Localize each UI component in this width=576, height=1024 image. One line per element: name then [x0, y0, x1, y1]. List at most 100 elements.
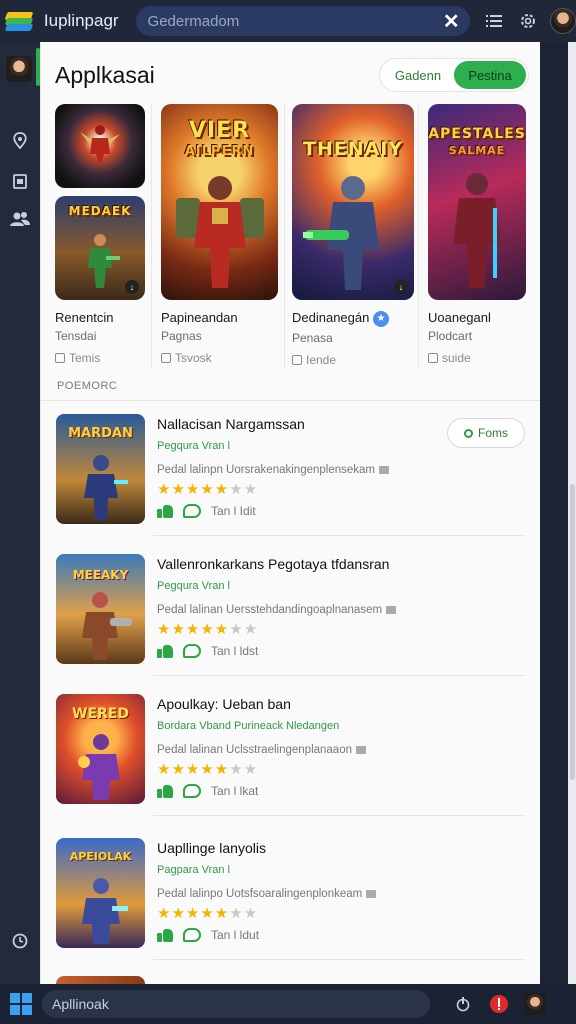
taskbar-search-input[interactable]	[52, 996, 430, 1012]
forms-button[interactable]: Foms	[447, 418, 525, 448]
featured-thumbnail-secondary[interactable]: MEDAEK ↓	[55, 196, 145, 300]
section-divider	[41, 400, 540, 401]
verified-icon: ★	[372, 310, 389, 327]
star-rating: ★★★★★★★	[157, 905, 259, 922]
list-developer: Bordara Vband Purineack Nledangen	[157, 720, 340, 732]
list-logo-text: MEEAKY	[72, 568, 129, 582]
featured-thumbnail[interactable]: THENAIY ↓	[292, 104, 414, 300]
list-thumbnail-partial[interactable]	[56, 976, 145, 984]
like-icon[interactable]	[157, 928, 173, 942]
left-rail	[0, 42, 40, 984]
scrollbar-thumb[interactable]	[570, 484, 575, 780]
featured-logo-text: APESTALES	[428, 126, 526, 142]
main-panel: Applkasai Gadenn Pestina MEDAEK ↓ Renent…	[40, 42, 540, 984]
search-box[interactable]: ✕	[135, 6, 471, 36]
featured-card[interactable]: VIER AILPERN Papineandan Pagnas Tsvosk	[161, 104, 278, 365]
app-title: Iuplinpagr	[43, 11, 119, 30]
like-icon[interactable]	[157, 784, 173, 798]
avatar[interactable]	[550, 8, 576, 34]
taskbar-search[interactable]	[42, 990, 430, 1018]
list-title: Uapllinge lanyolis	[157, 840, 266, 856]
refresh-icon	[464, 428, 473, 438]
featured-tag-label: Iende	[306, 352, 337, 367]
list-item[interactable]: WERED Apoulkay: Ueban ban Bordara Vband …	[41, 682, 540, 816]
list-thumbnail[interactable]: APEIOLAK	[56, 838, 145, 948]
power-icon[interactable]	[452, 993, 474, 1015]
tag-icon	[292, 354, 302, 365]
featured-name: Dedinanegán ★	[292, 310, 414, 327]
list-action-label[interactable]: Tan l Idit	[211, 504, 256, 518]
featured-logo-subtext: SALMAE	[448, 144, 506, 157]
list-action-label[interactable]: Tan l ldst	[211, 644, 258, 658]
featured-logo-subtext: AILPERN	[184, 144, 255, 159]
list-developer: Pagpara Vran l	[157, 864, 230, 876]
featured-tag-label: suide	[442, 351, 471, 365]
featured-thumbnail[interactable]	[55, 104, 145, 188]
image-icon	[356, 745, 366, 754]
windows-icon[interactable]	[10, 993, 32, 1015]
featured-divider	[418, 104, 419, 368]
record-icon[interactable]	[488, 993, 510, 1015]
list-item[interactable]: MARDAN Nallacisan Nargamssan Pegqura Vra…	[41, 402, 540, 536]
featured-thumbnail[interactable]: VIER AILPERN	[161, 104, 278, 300]
share-icon[interactable]	[183, 644, 201, 658]
tag-icon	[55, 353, 65, 363]
list-developer: Pegqura Vran l	[157, 580, 230, 592]
list-actions: Tan l ldut	[157, 928, 259, 942]
featured-tag: suide	[428, 351, 526, 365]
list-actions: Tan l lkat	[157, 784, 258, 798]
featured-logo-text: MEDAEK	[68, 204, 132, 218]
settings-icon[interactable]	[518, 11, 538, 31]
featured-tag: Tsvosk	[161, 351, 278, 365]
featured-card[interactable]: MEDAEK ↓ Renentcin Tensdai Temis	[55, 104, 145, 365]
list-thumbnail[interactable]: MARDAN	[56, 414, 145, 524]
list-divider	[153, 675, 525, 676]
featured-subtitle: Pagnas	[161, 329, 202, 343]
map-pin-icon[interactable]	[9, 130, 31, 152]
rail-avatar[interactable]	[6, 56, 32, 82]
list-title: Apoulkay: Ueban ban	[157, 696, 291, 712]
download-icon[interactable]: ↓	[394, 280, 408, 294]
download-icon[interactable]: ↓	[125, 280, 139, 294]
share-icon[interactable]	[183, 928, 201, 942]
featured-card[interactable]: THENAIY ↓ Dedinanegán ★ Penasa Iende	[292, 104, 414, 367]
list-action-label[interactable]: Tan l lkat	[211, 784, 258, 798]
featured-thumbnail[interactable]: APESTALES SALMAE	[428, 104, 526, 300]
close-icon[interactable]: ✕	[442, 9, 460, 34]
list-divider	[153, 959, 525, 960]
share-icon[interactable]	[183, 504, 201, 518]
list-logo-text: MARDAN	[68, 426, 133, 441]
list-title: Nallacisan Nargamssan	[157, 416, 305, 432]
like-icon[interactable]	[157, 504, 173, 518]
list-action-label[interactable]: Tan l ldut	[211, 928, 259, 942]
featured-card[interactable]: APESTALES SALMAE Uoaneganl Plodcart suid…	[428, 104, 526, 365]
folder-icon[interactable]	[9, 170, 31, 192]
featured-name: Papineandan	[161, 310, 238, 325]
search-input[interactable]	[147, 12, 443, 30]
featured-name-text: Dedinanegán	[292, 310, 370, 325]
image-icon	[366, 889, 377, 898]
list-logo-text: WERED	[72, 706, 129, 722]
share-icon[interactable]	[183, 784, 201, 798]
featured-subtitle: Plodcart	[428, 329, 473, 343]
featured-tag-label: Temis	[69, 351, 101, 365]
app-logo-icon[interactable]	[4, 10, 34, 32]
list-item[interactable]: MEEAKY Vallenronkarkans Pegotaya tfdansr…	[41, 542, 540, 676]
featured-tag: Iende	[292, 353, 414, 367]
featured-logo-text: VIER	[188, 118, 251, 143]
list-item[interactable]: APEIOLAK Uapllinge lanyolis Pagpara Vran…	[41, 826, 540, 960]
segment-gadenn[interactable]: Gadenn	[382, 61, 454, 89]
segment-pestina[interactable]: Pestina	[454, 61, 526, 89]
like-icon[interactable]	[157, 644, 173, 658]
list-description: Pedal lalinan Uersstehdandingoaplnanasem	[157, 604, 397, 616]
forms-button-label: Foms	[478, 426, 508, 440]
clock-icon[interactable]	[9, 930, 31, 952]
featured-logo-text: THENAIY	[302, 138, 404, 160]
people-icon[interactable]	[9, 208, 31, 230]
list-thumbnail[interactable]: MEEAKY	[56, 554, 145, 664]
tag-icon	[161, 353, 171, 363]
avatar[interactable]	[524, 993, 546, 1015]
list-icon[interactable]	[484, 11, 504, 31]
list-thumbnail[interactable]: WERED	[56, 694, 145, 804]
featured-name: Renentcin	[55, 310, 114, 325]
